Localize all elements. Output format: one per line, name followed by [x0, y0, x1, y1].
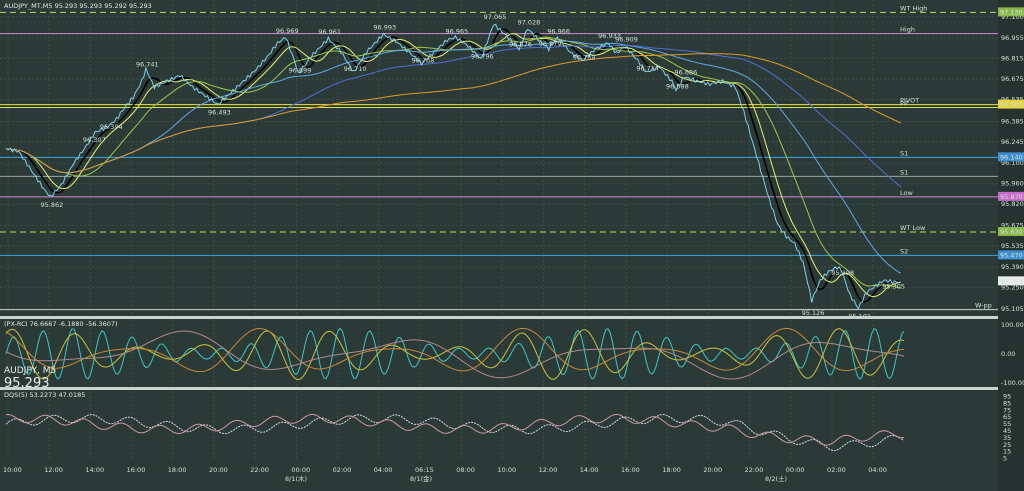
price-label: 96.588 — [666, 83, 689, 91]
price-watermark: 95.293 — [4, 376, 50, 391]
price-label: 95.398 — [831, 269, 854, 277]
y-tick-label: 96.815 — [1001, 55, 1024, 63]
x-tick-label: 12:00 — [539, 466, 558, 474]
date-label: 8/2(土) — [765, 474, 787, 483]
price-label: 96.965 — [446, 28, 469, 36]
x-tick-label: 16:00 — [127, 466, 146, 474]
x-tick-label: 20:00 — [703, 466, 722, 474]
x-tick-label: 06:15 — [415, 466, 434, 474]
y-tick-label: 95.960 — [1001, 180, 1024, 188]
panel-separator-2[interactable] — [0, 387, 998, 390]
x-tick-label: 22:00 — [250, 466, 269, 474]
level-label: S1 — [900, 149, 908, 157]
level-label: WT High — [900, 4, 927, 12]
price-label: 96.961 — [318, 28, 341, 36]
price-label: 96.969 — [276, 27, 299, 35]
x-tick-label: 12:00 — [44, 466, 63, 474]
x-tick-label: 08:00 — [456, 466, 475, 474]
price-label: 96.796 — [471, 52, 494, 60]
level-label: S2 — [900, 247, 908, 255]
x-tick-label: 20:00 — [209, 466, 228, 474]
y-tick-label: 96.245 — [1001, 138, 1024, 146]
level-label: High — [900, 26, 915, 34]
x-tick-label: 14:00 — [580, 466, 599, 474]
y-tick-label: 96.385 — [1001, 117, 1024, 125]
y-tick-label: 96.955 — [1001, 34, 1024, 42]
osc2-header: DQS(5) 53.2273 47.0185 — [4, 391, 85, 399]
date-label: 8/1(金) — [410, 474, 432, 483]
osc1-tick: -100.0000 — [1001, 379, 1024, 387]
osc1-header: (PX-RCI 76.6667 -6.1880 -56.3607) — [4, 320, 118, 328]
x-tick-label: 14:00 — [85, 466, 104, 474]
price-label: 96.710 — [344, 65, 367, 73]
level-badge-text: 95.630 — [1000, 228, 1023, 236]
level-badge-text: 97.130 — [1000, 8, 1023, 16]
price-label: 96.879 — [539, 40, 562, 48]
level-label: PP — [900, 100, 908, 108]
chart-header: AUDJPY_MT,M5 95.293 95.293 95.292 95.293 — [4, 2, 152, 10]
x-tick-label: 18:00 — [662, 466, 681, 474]
x-tick-label: 22:00 — [745, 466, 764, 474]
level-label: WT Low — [900, 224, 926, 232]
price-label: 96.741 — [136, 60, 159, 68]
x-tick-label: 04:00 — [374, 466, 393, 474]
price-label: 96.768 — [412, 56, 435, 64]
price-label: 96.909 — [615, 36, 638, 44]
level-label: S1 — [900, 168, 908, 176]
x-tick-label: 10:00 — [3, 466, 22, 474]
price-label: 96.714 — [636, 64, 659, 72]
chart-window: WT High High PIVOT PP S1 S1 Low WT Low S2 W-pp 95… — [0, 0, 1024, 491]
price-label: 95.862 — [41, 201, 64, 209]
level-badge-text: 95.470 — [1000, 251, 1023, 259]
y-axis: 97.10096.95596.81596.67596.53596.38596.2… — [1001, 13, 1024, 313]
x-tick-label: 02:00 — [333, 466, 352, 474]
osc1-tick: 0.00 — [1001, 350, 1015, 358]
y-tick-label: 95.535 — [1001, 242, 1024, 250]
x-tick-label: 16:00 — [621, 466, 640, 474]
y-tick-label: 95.820 — [1001, 200, 1024, 208]
level-label: W-pp — [975, 302, 992, 310]
price-label: 96.966 — [547, 27, 570, 35]
x-tick-label: 04:00 — [868, 466, 887, 474]
date-label: 8/1(木) — [285, 474, 307, 483]
price-label: 96.699 — [289, 66, 312, 74]
price-label: 96.493 — [208, 109, 231, 117]
level-badge-text: 95.293 — [1000, 277, 1023, 285]
x-tick-label: 00:00 — [291, 466, 310, 474]
price-label: 96.394 — [100, 123, 123, 131]
price-label: 97.028 — [518, 18, 541, 26]
x-tick-label: 02:00 — [827, 466, 846, 474]
panel-separator-1[interactable] — [0, 316, 998, 319]
price-label: 96.993 — [373, 23, 396, 31]
price-label: 96.307 — [83, 136, 106, 144]
level-badge-text: 96.500 — [1000, 101, 1023, 109]
osc2-tick: 5 — [1003, 455, 1007, 463]
symbol-watermark: AUDJPY, M5 — [4, 366, 56, 376]
x-tick-label: 10:00 — [497, 466, 516, 474]
level-badge-text: 95.870 — [1000, 193, 1023, 201]
price-label: 95.305 — [882, 283, 905, 291]
price-chart[interactable]: WT HighHighPIVOTPPS1S1LowWT LowS2W-pp 95… — [0, 0, 1024, 491]
price-label: 96.876 — [509, 41, 532, 49]
osc1-tick: 100.0000 — [1001, 321, 1024, 329]
price-label: 96.686 — [674, 68, 697, 76]
x-tick-label: 18:00 — [168, 466, 187, 474]
level-badge-text: 96.140 — [1000, 153, 1023, 161]
price-label: 95.126 — [802, 309, 825, 317]
level-label: Low — [900, 189, 913, 197]
x-tick-label: 00:00 — [786, 466, 805, 474]
price-label: 96.788 — [573, 53, 596, 61]
y-tick-label: 95.105 — [1001, 305, 1024, 313]
y-tick-label: 96.675 — [1001, 75, 1024, 83]
price-label: 97.065 — [484, 13, 507, 21]
y-tick-label: 95.390 — [1001, 263, 1024, 271]
